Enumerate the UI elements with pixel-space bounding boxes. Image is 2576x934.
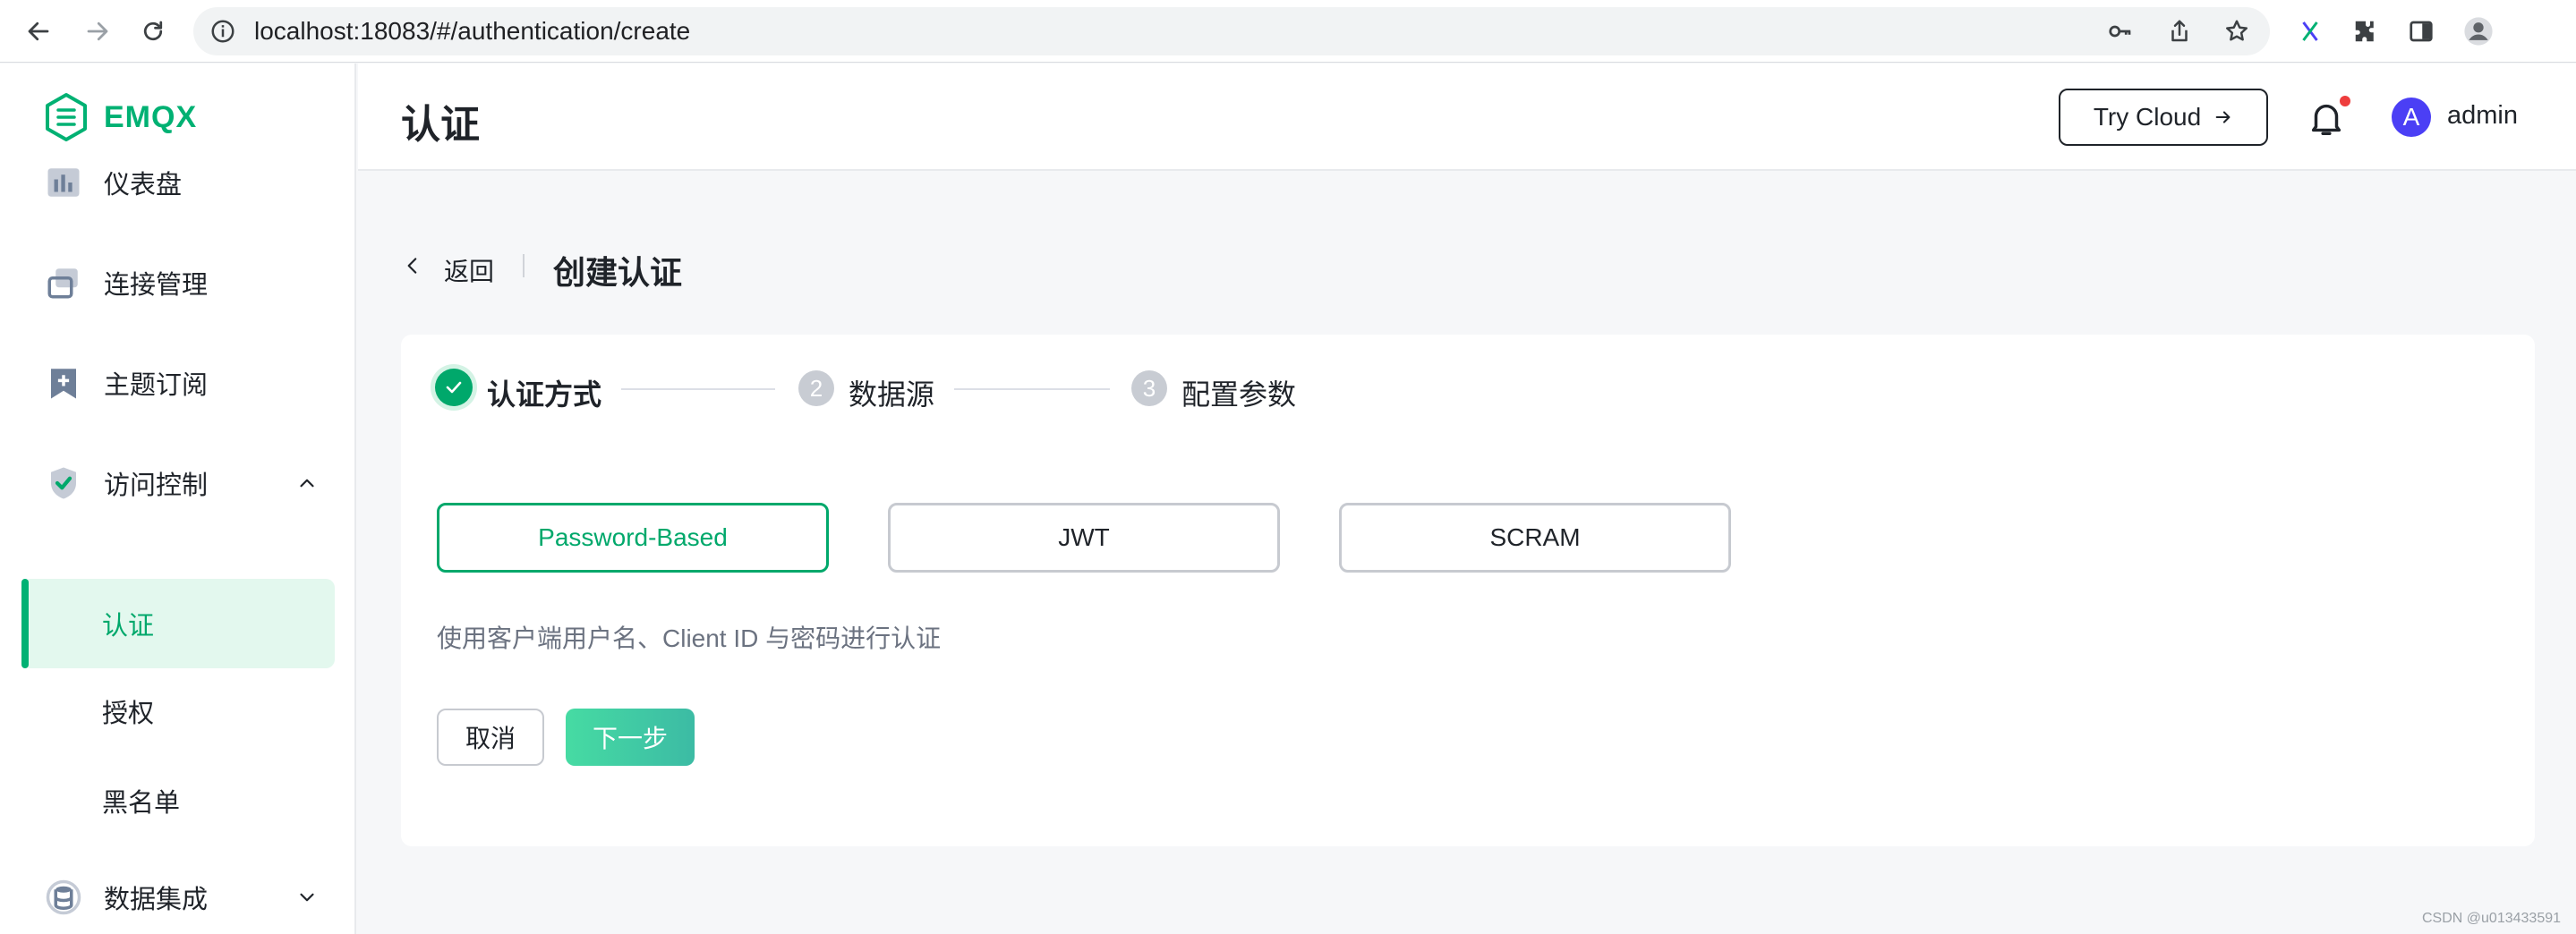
step-1-done-indicator [435, 369, 473, 406]
arrow-left-icon [28, 21, 49, 41]
try-cloud-label: Try Cloud [2093, 103, 2202, 131]
breadcrumb-divider [523, 254, 525, 277]
emqx-logo-icon [46, 93, 87, 141]
step-1-label: 认证方式 [487, 378, 602, 411]
method-description: 使用客户端用户名、Client ID 与密码进行认证 [437, 624, 942, 652]
notification-badge [2340, 96, 2350, 106]
logo-text: EMQX [104, 99, 198, 134]
create-auth-card [401, 335, 2535, 846]
sidebar: EMQX 仪表盘 连接管理 主题订阅 访问控制 认证 授权 黑名单 数据集成 [0, 64, 356, 934]
arrow-right-icon [87, 21, 108, 41]
sidebar-item-dashboard[interactable]: 仪表盘 [0, 138, 356, 227]
cancel-button[interactable]: 取消 [437, 709, 544, 766]
step-3-number: 3 [1142, 374, 1156, 402]
step-2-number: 2 [809, 374, 823, 402]
sidebar-subitem-label: 授权 [102, 700, 155, 728]
next-label: 下一步 [592, 725, 668, 752]
arrow-right-icon [2215, 111, 2231, 123]
step-connector [621, 388, 775, 390]
sidebar-item-label: 主题订阅 [104, 371, 209, 400]
data-integration-icon [46, 879, 81, 915]
side-panel-icon[interactable] [2406, 16, 2436, 47]
step-3-label: 配置参数 [1181, 378, 1297, 411]
extensions-puzzle-icon[interactable] [2350, 16, 2381, 47]
method-password-based[interactable]: Password-Based [437, 503, 829, 573]
step-connector [954, 388, 1110, 390]
forward-button[interactable] [79, 13, 116, 50]
x-extension-icon[interactable] [2295, 16, 2325, 47]
sidebar-item-label: 仪表盘 [104, 171, 183, 200]
method-label: Password-Based [538, 523, 728, 551]
share-icon[interactable] [2166, 18, 2193, 45]
subscription-icon [51, 369, 76, 399]
browser-toolbar: localhost:18083/#/authentication/create [0, 0, 2576, 63]
sidebar-item-label: 访问控制 [104, 471, 209, 500]
next-step-button[interactable]: 下一步 [566, 709, 695, 766]
check-icon [446, 381, 462, 394]
step-2-indicator: 2 [798, 370, 834, 406]
chevron-up-icon [300, 479, 314, 488]
address-bar[interactable]: localhost:18083/#/authentication/create [193, 7, 2270, 55]
breadcrumb-title: 创建认证 [553, 254, 683, 291]
reload-button[interactable] [134, 13, 172, 50]
step-2-label: 数据源 [849, 378, 935, 411]
method-jwt[interactable]: JWT [888, 503, 1280, 573]
profile-icon[interactable] [2463, 16, 2494, 47]
bookmark-star-icon[interactable] [2223, 18, 2250, 45]
page-title: 认证 [401, 103, 480, 147]
page-header: 认证 Try Cloud A admin [358, 64, 2576, 171]
url-text[interactable]: localhost:18083/#/authentication/create [254, 7, 690, 55]
method-scram[interactable]: SCRAM [1339, 503, 1731, 573]
avatar[interactable]: A [2392, 98, 2431, 137]
sidebar-subitem-authentication[interactable]: 认证 [21, 579, 335, 668]
sidebar-item-label: 数据集成 [104, 886, 209, 914]
try-cloud-button[interactable]: Try Cloud [2059, 89, 2268, 146]
sidebar-item-label: 连接管理 [104, 271, 209, 300]
cancel-label: 取消 [465, 725, 516, 752]
back-link[interactable]: 返回 [444, 252, 494, 288]
sidebar-item-data-integration[interactable]: 数据集成 [0, 853, 356, 934]
logo[interactable]: EMQX [43, 92, 197, 142]
sidebar-item-connections[interactable]: 连接管理 [0, 238, 356, 327]
method-label: JWT [1058, 523, 1110, 551]
sidebar-subitem-blacklist[interactable]: 黑名单 [21, 756, 335, 845]
sidebar-item-access-control[interactable]: 访问控制 [0, 438, 356, 528]
shield-icon [51, 467, 76, 499]
key-icon[interactable] [2107, 18, 2134, 45]
chevron-left-icon[interactable] [401, 254, 424, 277]
chevron-down-icon [300, 893, 314, 902]
step-3-indicator: 3 [1131, 370, 1167, 406]
info-icon[interactable] [209, 18, 236, 45]
avatar-letter: A [2402, 103, 2420, 131]
sidebar-subitem-label: 认证 [102, 612, 155, 641]
back-button[interactable] [20, 13, 57, 50]
watermark: CSDN @u013433591 [2422, 911, 2562, 926]
sidebar-subitem-authorization[interactable]: 授权 [21, 667, 335, 756]
username[interactable]: admin [2447, 101, 2518, 131]
method-label: SCRAM [1489, 523, 1581, 551]
reload-icon [143, 21, 163, 41]
sidebar-item-subscriptions[interactable]: 主题订阅 [0, 338, 356, 428]
dashboard-icon [47, 168, 80, 197]
connections-icon [47, 268, 78, 299]
sidebar-subitem-label: 黑名单 [102, 789, 181, 818]
